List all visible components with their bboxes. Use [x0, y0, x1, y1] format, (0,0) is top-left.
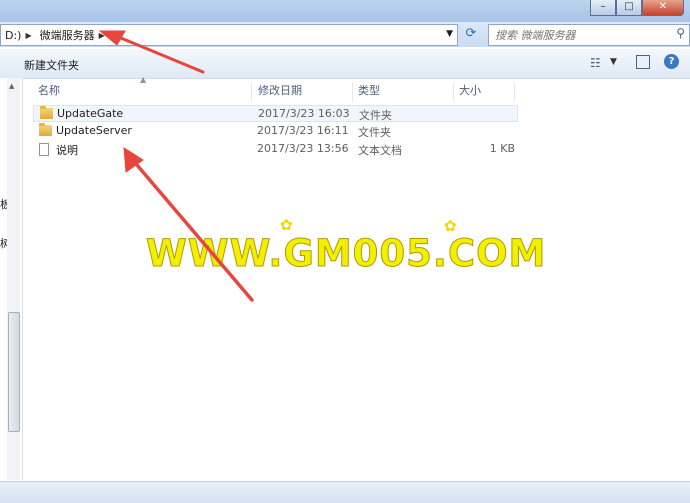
refresh-icon[interactable]: ⟳ [461, 26, 481, 44]
status-bar [0, 481, 690, 503]
help-icon[interactable]: ? [664, 54, 679, 69]
search-input[interactable] [493, 25, 667, 45]
minimize-button[interactable]: – [590, 0, 616, 16]
folder-icon [40, 106, 53, 119]
breadcrumb-current-folder[interactable]: 微端服务器 [40, 27, 95, 43]
column-divider[interactable] [453, 82, 454, 102]
navigation-scrollbar[interactable]: ▲ [7, 78, 20, 480]
column-headers: ▲ 名称 修改日期 类型 大小 [30, 75, 690, 102]
maximize-button[interactable]: □ [616, 0, 642, 16]
sort-ascending-icon: ▲ [140, 75, 147, 84]
annotation-arrow-files [129, 156, 254, 302]
file-name: UpdateServer [56, 124, 132, 137]
column-header-size[interactable]: 大小 [459, 82, 481, 98]
file-name: 说明 [56, 144, 78, 157]
scrollbar-thumb[interactable] [8, 312, 20, 432]
file-type: 文本文档 [358, 144, 402, 157]
watermark: WWW.GM005.COM [145, 232, 547, 276]
file-row[interactable]: 说明 2017/3/23 13:56 文本文档 1 KB [33, 141, 518, 158]
file-type: 文件夹 [359, 109, 392, 122]
scroll-up-icon[interactable]: ▲ [9, 82, 14, 90]
breadcrumb-arrow-icon[interactable]: ▶ [25, 31, 31, 40]
breadcrumb-drive[interactable]: D:) [5, 29, 21, 42]
column-header-type[interactable]: 类型 [358, 82, 380, 98]
view-options-icon[interactable]: ☷ [590, 56, 601, 70]
file-row[interactable]: UpdateServer 2017/3/23 16:11 文件夹 [33, 123, 518, 140]
column-divider[interactable] [251, 82, 252, 102]
close-button[interactable]: ✕ [642, 0, 684, 16]
search-box[interactable]: ⚲ [488, 24, 690, 46]
file-date: 2017/3/23 13:56 [257, 142, 349, 155]
window-controls: – □ ✕ [590, 0, 684, 16]
view-dropdown-icon[interactable]: ▼ [610, 57, 617, 67]
breadcrumb-arrow-icon[interactable]: ▶ [99, 31, 105, 40]
folder-icon [39, 123, 52, 136]
file-row[interactable]: UpdateGate 2017/3/23 16:03 文件夹 [33, 105, 518, 122]
title-bar: – □ ✕ [0, 0, 690, 22]
file-date: 2017/3/23 16:11 [257, 124, 349, 137]
file-type: 文件夹 [358, 126, 391, 139]
address-row: D:) ▶ 微端服务器 ▶ ▼ ⟳ ⚲ [0, 22, 690, 47]
column-divider[interactable] [514, 82, 515, 102]
address-bar[interactable]: D:) ▶ 微端服务器 ▶ ▼ [0, 24, 458, 46]
text-file-icon [39, 143, 49, 156]
search-icon[interactable]: ⚲ [676, 26, 685, 40]
column-divider[interactable] [352, 82, 353, 102]
command-bar: 新建文件夹 ☷ ▼ ? [0, 49, 690, 79]
navigation-pane: 板 树 ▲ [0, 78, 23, 480]
file-date: 2017/3/23 16:03 [258, 107, 350, 120]
preview-pane-icon[interactable] [636, 55, 650, 69]
new-folder-button[interactable]: 新建文件夹 [24, 57, 79, 73]
file-size: 1 KB [489, 142, 515, 155]
column-header-name[interactable]: 名称 [38, 82, 60, 98]
column-header-date[interactable]: 修改日期 [258, 82, 302, 98]
address-history-dropdown-icon[interactable]: ▼ [446, 29, 453, 39]
file-name: UpdateGate [57, 107, 124, 120]
